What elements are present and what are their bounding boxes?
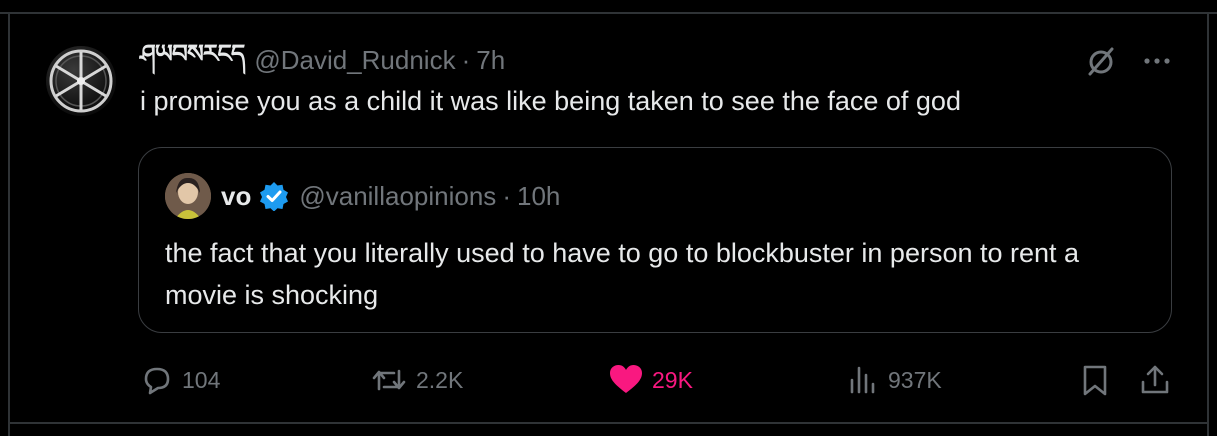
quoted-timestamp[interactable]: 10h <box>517 181 560 212</box>
repost-count: 2.2K <box>416 366 464 393</box>
quoted-author-avatar[interactable] <box>165 173 211 219</box>
like-button[interactable]: 29K <box>608 360 693 400</box>
reply-icon <box>144 367 170 395</box>
divider-left <box>8 12 10 436</box>
tweet-card: ཤཡབསརངད @David_Rudnick · 7h i promise yo… <box>0 0 1217 436</box>
like-count: 29K <box>652 366 693 393</box>
author-display-name[interactable]: ཤཡབསརངད <box>140 25 245 96</box>
tweet-header: ཤཡབསརངད @David_Rudnick · 7h <box>140 39 505 78</box>
share-icon <box>1141 365 1169 394</box>
avatar-emblem-icon <box>49 49 113 113</box>
grok-icon[interactable] <box>1084 44 1118 78</box>
bookmark-button[interactable] <box>1078 360 1120 400</box>
author-handle[interactable]: @David_Rudnick <box>254 45 455 76</box>
quoted-tweet-text: the fact that you literally used to have… <box>165 238 1080 310</box>
divider-bottom <box>8 422 1209 424</box>
views-icon <box>850 366 875 394</box>
author-avatar[interactable] <box>46 46 116 116</box>
reply-button[interactable]: 104 <box>140 360 220 400</box>
divider-top <box>0 12 1217 14</box>
share-button[interactable] <box>1138 360 1180 400</box>
quoted-header: vo @vanillaopinions · 10h <box>221 178 560 214</box>
quoted-tweet[interactable]: vo @vanillaopinions · 10h the fact that … <box>138 147 1172 333</box>
tweet-text: i promise you as a child it was like bei… <box>140 86 961 116</box>
quoted-author-name[interactable]: vo <box>221 181 251 212</box>
verified-badge-icon <box>260 182 289 211</box>
more-icon[interactable] <box>1140 44 1174 78</box>
repost-icon <box>372 369 406 391</box>
quoted-avatar-image <box>165 173 211 219</box>
quoted-separator-dot: · <box>502 180 511 211</box>
separator-dot: · <box>461 44 471 75</box>
reply-count: 104 <box>182 366 221 393</box>
action-bar: 104 2.2K 29K 937K <box>140 360 1180 400</box>
bookmark-icon <box>1083 365 1107 396</box>
tweet-timestamp[interactable]: 7h <box>476 45 505 76</box>
repost-button[interactable]: 2.2K <box>370 360 463 400</box>
like-icon <box>610 365 642 393</box>
views-button[interactable]: 937K <box>846 360 942 400</box>
quoted-author-handle[interactable]: @vanillaopinions <box>299 181 496 212</box>
divider-right <box>1207 12 1209 436</box>
views-count: 937K <box>888 366 942 393</box>
